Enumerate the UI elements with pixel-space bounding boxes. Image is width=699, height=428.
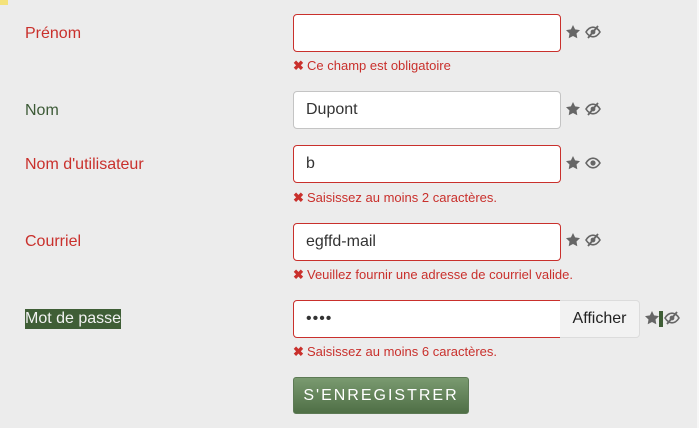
star-icon[interactable] xyxy=(565,155,581,171)
nom-input[interactable] xyxy=(293,91,561,129)
nom-icons xyxy=(565,101,601,117)
username-label: Nom d'utilisateur xyxy=(25,156,144,173)
username-input[interactable] xyxy=(293,145,561,183)
password-input[interactable] xyxy=(293,300,561,338)
password-error-text: Saisissez au moins 6 caractères. xyxy=(307,344,498,359)
eye-slash-icon[interactable] xyxy=(585,24,601,40)
prenom-icons xyxy=(565,24,601,40)
eye-slash-icon[interactable] xyxy=(585,101,601,117)
email-input[interactable] xyxy=(293,223,561,261)
star-icon[interactable] xyxy=(565,24,581,40)
eye-slash-icon[interactable] xyxy=(664,310,680,326)
email-label: Courriel xyxy=(25,233,82,250)
prenom-input[interactable] xyxy=(293,14,561,52)
error-x-icon: ✖ xyxy=(293,267,304,282)
eye-icon[interactable] xyxy=(585,155,601,171)
star-icon[interactable] xyxy=(565,101,581,117)
star-icon[interactable] xyxy=(644,310,660,326)
email-error-text: Veuillez fournir une adresse de courriel… xyxy=(307,267,573,282)
nom-label: Nom xyxy=(25,102,59,119)
error-x-icon: ✖ xyxy=(293,190,304,205)
prenom-error-text: Ce champ est obligatoire xyxy=(307,58,451,73)
error-x-icon: ✖ xyxy=(293,344,304,359)
show-password-button[interactable]: Afficher xyxy=(560,300,640,338)
corner-mark xyxy=(0,0,8,5)
email-icons xyxy=(565,232,601,248)
text-cursor xyxy=(659,311,663,327)
eye-slash-icon[interactable] xyxy=(585,232,601,248)
prenom-label: Prénom xyxy=(25,25,82,42)
username-icons xyxy=(565,155,601,171)
prenom-error: ✖ Ce champ est obligatoire xyxy=(293,58,451,74)
password-error: ✖ Saisissez au moins 6 caractères. xyxy=(293,344,497,360)
password-label: Mot de passe xyxy=(25,309,122,329)
username-error: ✖ Saisissez au moins 2 caractères. xyxy=(293,190,497,206)
username-error-text: Saisissez au moins 2 caractères. xyxy=(307,190,498,205)
email-error: ✖ Veuillez fournir une adresse de courri… xyxy=(293,267,573,283)
register-button[interactable]: S'ENREGISTRER xyxy=(293,377,469,414)
error-x-icon: ✖ xyxy=(293,58,304,73)
star-icon[interactable] xyxy=(565,232,581,248)
